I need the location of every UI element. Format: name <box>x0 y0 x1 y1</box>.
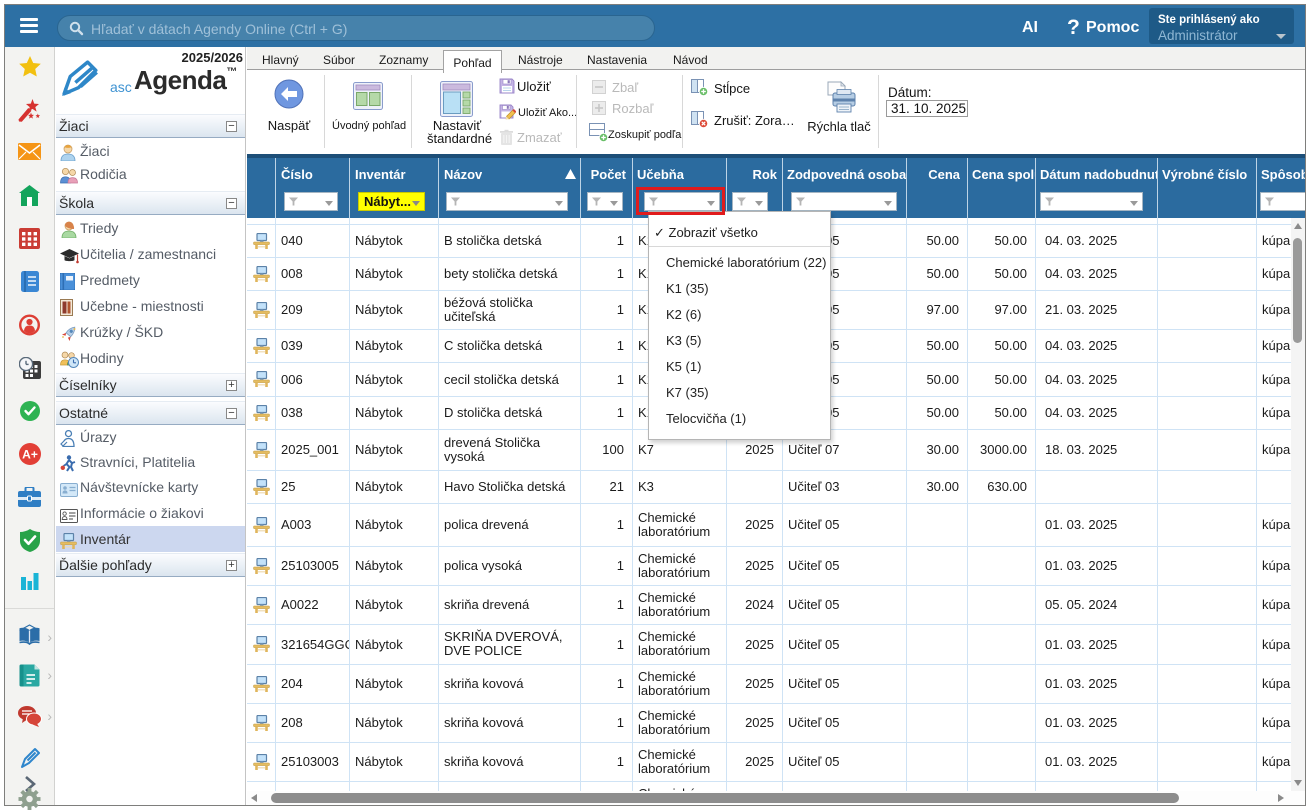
svg-text:A+: A+ <box>22 448 38 462</box>
